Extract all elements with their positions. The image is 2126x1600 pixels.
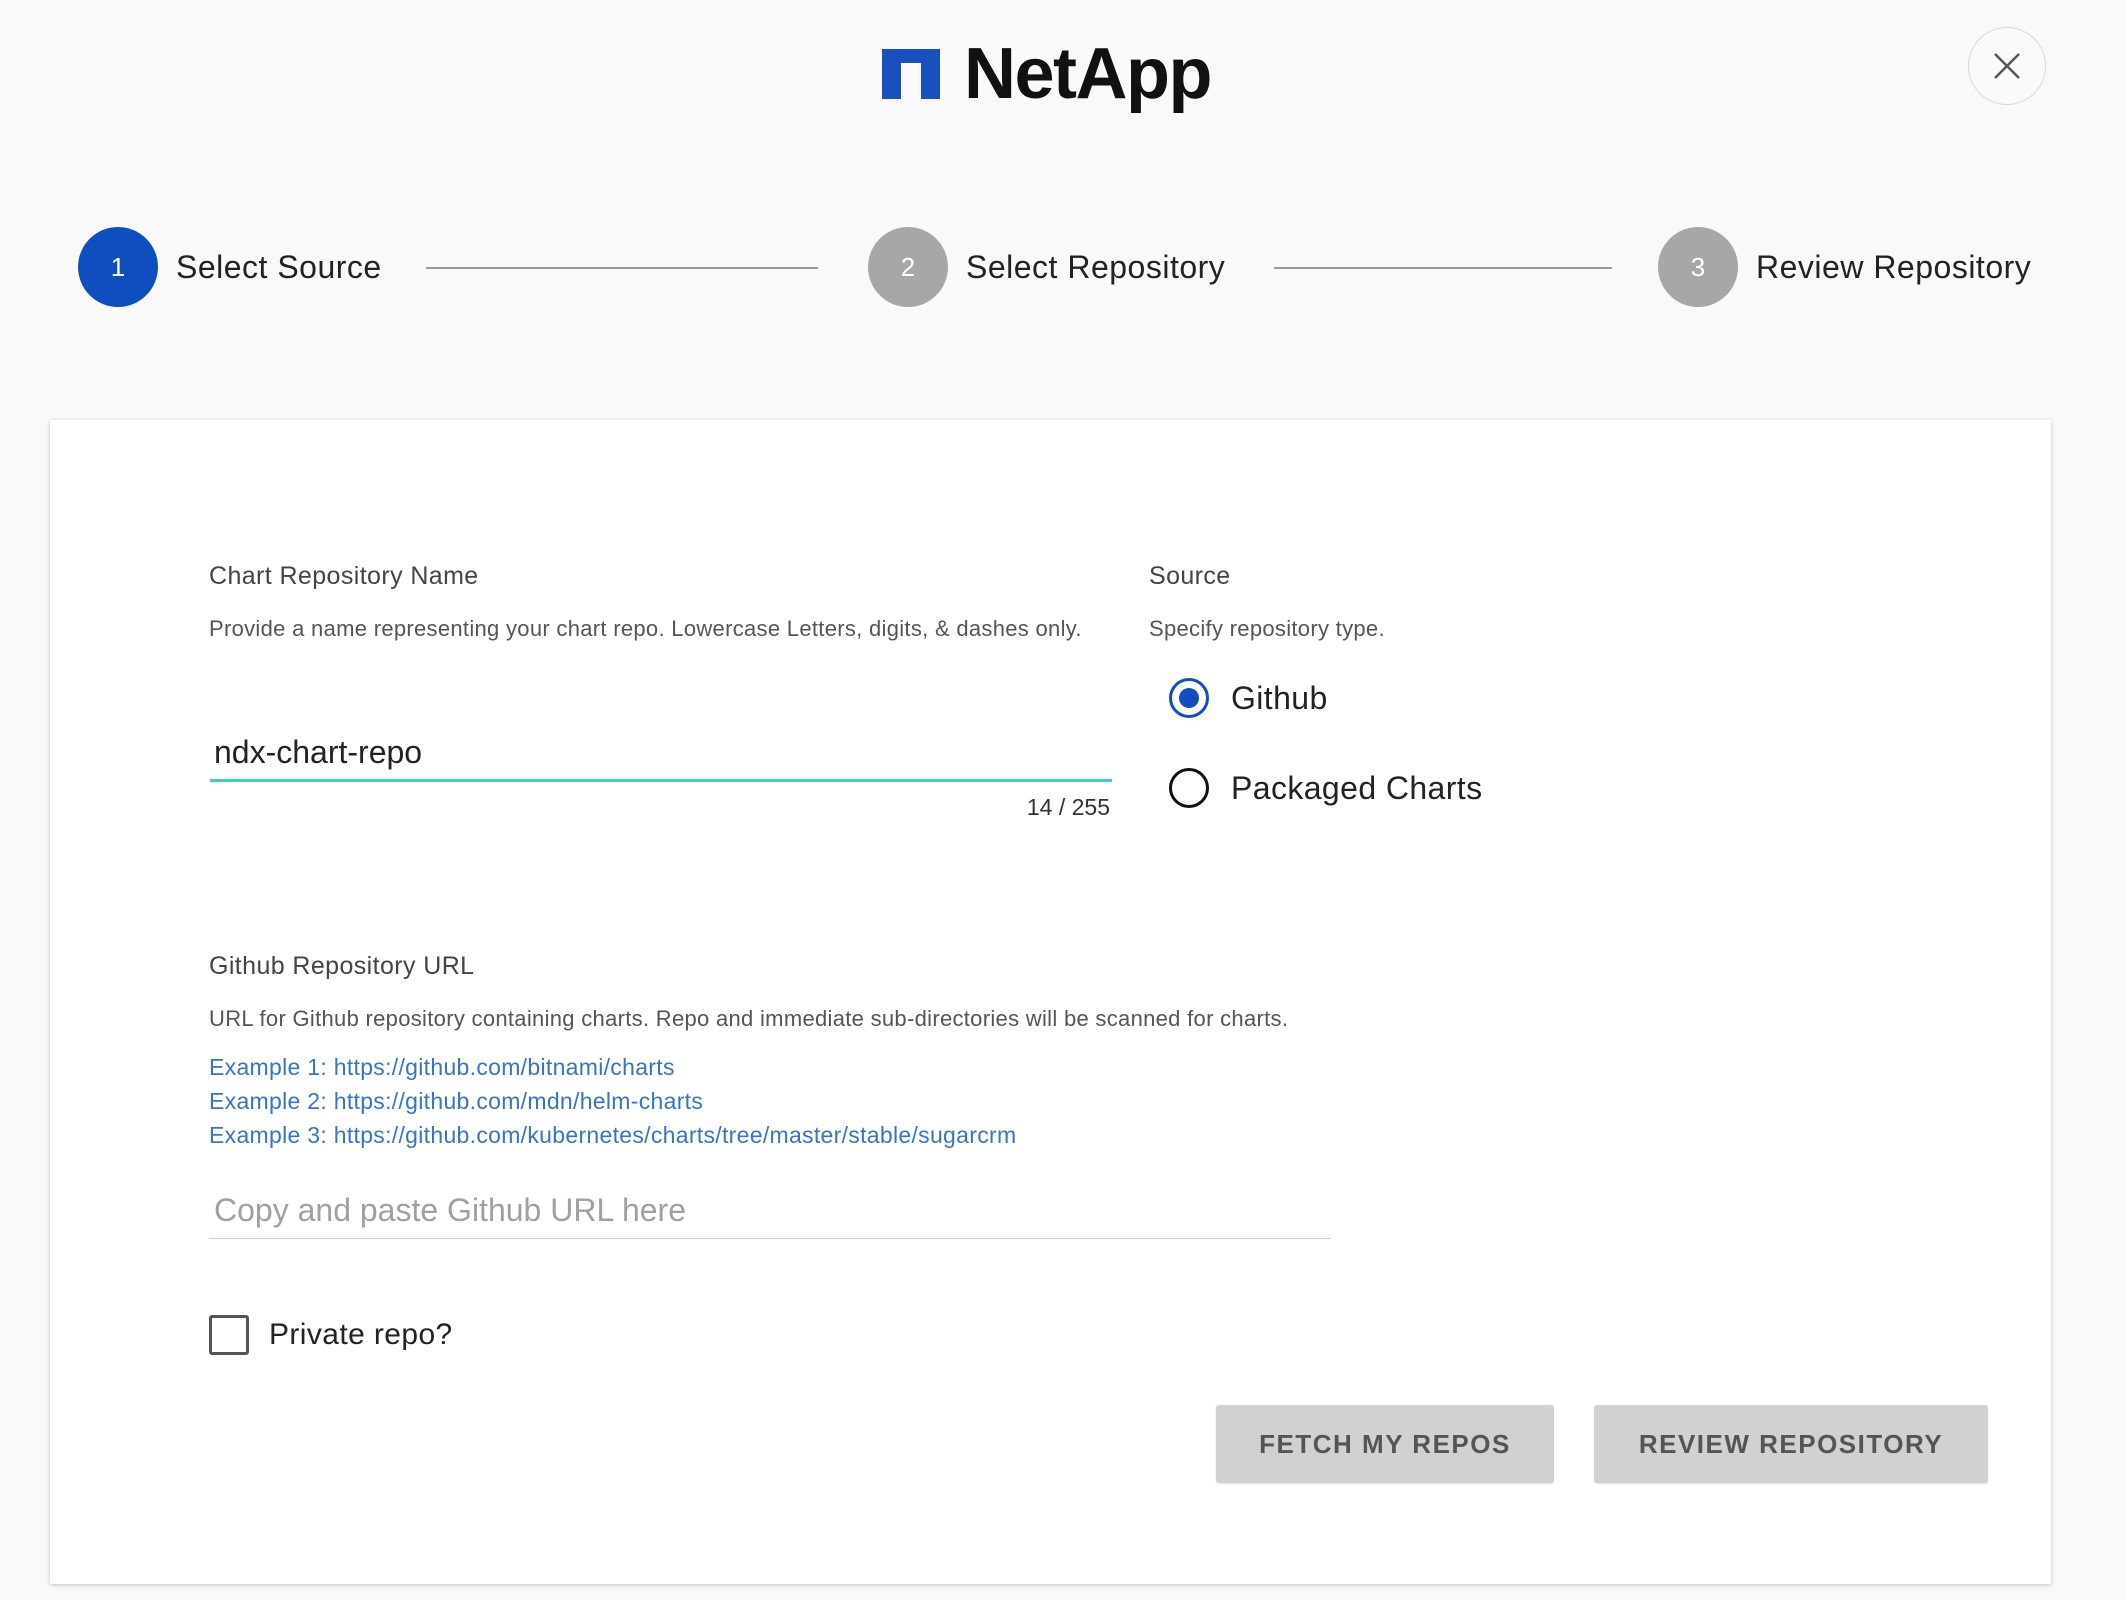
github-url-title: Github Repository URL: [209, 952, 475, 980]
private-repo-checkbox-row[interactable]: Private repo?: [209, 1315, 453, 1355]
radio-github[interactable]: Github: [1169, 678, 1328, 718]
github-url-help: URL for Github repository containing cha…: [209, 1006, 1289, 1031]
step-connector: [1274, 267, 1612, 269]
netapp-logo: NetApp: [882, 34, 1212, 114]
logo-text: NetApp: [964, 34, 1212, 114]
example-link-1[interactable]: Example 1: https://github.com/bitnami/ch…: [209, 1054, 675, 1081]
close-icon: [1994, 53, 2020, 79]
fetch-my-repos-button[interactable]: FETCH MY REPOS: [1216, 1405, 1554, 1483]
chart-name-input[interactable]: [210, 726, 1112, 782]
form-card: Chart Repository Name Provide a name rep…: [50, 420, 2051, 1584]
netapp-logo-icon: [882, 49, 940, 99]
example-link-2[interactable]: Example 2: https://github.com/mdn/helm-c…: [209, 1088, 703, 1115]
step-label: Select Repository: [966, 248, 1226, 285]
radio-packaged-charts[interactable]: Packaged Charts: [1169, 768, 1482, 808]
step-label: Review Repository: [1756, 248, 2032, 285]
private-repo-label: Private repo?: [269, 1318, 453, 1351]
header: NetApp: [0, 0, 2126, 150]
step-select-repository[interactable]: 2 Select Repository: [868, 227, 1225, 307]
step-connector: [426, 267, 818, 269]
chart-name-help: Provide a name representing your chart r…: [209, 616, 1082, 641]
step-review-repository[interactable]: 3 Review Repository: [1658, 227, 2031, 307]
step-number: 2: [868, 227, 948, 307]
step-label: Select Source: [176, 248, 382, 285]
radio-button-checked[interactable]: [1169, 678, 1209, 718]
wizard-stepper: 1 Select Source 2 Select Repository 3 Re…: [0, 227, 2126, 307]
radio-button[interactable]: [1169, 768, 1209, 808]
step-number: 1: [78, 227, 158, 307]
review-repository-button[interactable]: REVIEW REPOSITORY: [1594, 1405, 1988, 1483]
step-select-source[interactable]: 1 Select Source: [78, 227, 382, 307]
source-help: Specify repository type.: [1149, 616, 1385, 641]
source-title: Source: [1149, 562, 1231, 590]
chart-name-counter: 14 / 255: [1026, 794, 1110, 820]
radio-label: Packaged Charts: [1231, 769, 1483, 806]
private-repo-checkbox[interactable]: [209, 1315, 249, 1355]
step-number: 3: [1658, 227, 1738, 307]
example-link-3[interactable]: Example 3: https://github.com/kubernetes…: [209, 1122, 1016, 1149]
chart-name-title: Chart Repository Name: [209, 562, 479, 590]
github-url-input[interactable]: [209, 1183, 1331, 1239]
radio-label: Github: [1231, 679, 1328, 716]
close-button[interactable]: [1968, 27, 2046, 105]
